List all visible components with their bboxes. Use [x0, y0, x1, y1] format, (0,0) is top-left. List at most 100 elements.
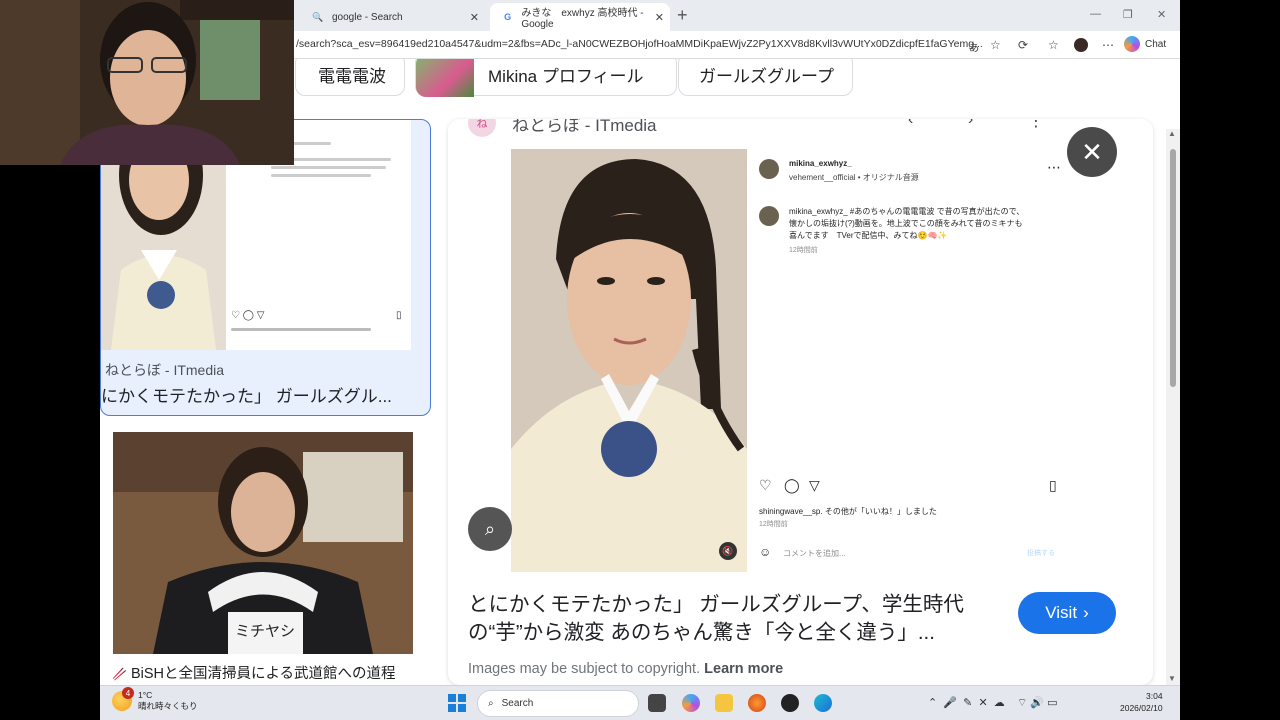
weather-icon: 4	[112, 687, 134, 711]
ig-avatar	[759, 159, 779, 179]
chevron-right-icon: ›	[1083, 603, 1089, 622]
obs-icon[interactable]	[781, 694, 799, 712]
weather-text: 1°C 晴れ時々くもり	[138, 690, 198, 712]
notification-badge: 4	[122, 687, 134, 699]
chat-label: Chat	[1145, 38, 1167, 50]
site-icon: 🥢	[112, 667, 127, 681]
maximize-icon[interactable]: ❐	[1123, 8, 1133, 21]
chevron-left-icon[interactable]: ‹	[908, 119, 913, 129]
scroll-down-icon[interactable]: ▼	[1168, 674, 1176, 683]
text-line	[231, 328, 371, 331]
read-aloud-icon[interactable]: ぁ	[968, 38, 980, 55]
ig-audio: vehement__official • オリジナル音源	[789, 173, 919, 182]
result-title[interactable]: にかくモテたかった」 ガールズグル...	[101, 382, 392, 407]
close-tab-icon[interactable]: ✕	[655, 11, 664, 24]
visit-label: Visit	[1045, 603, 1078, 622]
scroll-up-icon[interactable]: ▲	[1168, 129, 1176, 138]
text-line	[271, 166, 386, 169]
copilot-icon[interactable]	[682, 694, 700, 712]
site-favicon: ね	[468, 119, 496, 137]
image-result[interactable]: ミチヤシ	[113, 432, 413, 654]
chevron-right-icon[interactable]: ›	[968, 119, 973, 129]
search-label: Search	[501, 698, 534, 709]
weather-desc: 晴れ時々くもり	[138, 701, 198, 711]
clock-date: 2026/02/10	[1120, 703, 1163, 713]
tab-label: みきな exwhyz 高校時代 - Google	[521, 8, 644, 30]
file-explorer-icon[interactable]	[715, 694, 733, 712]
copyright-text: Images may be subject to copyright.	[468, 661, 701, 677]
scrollbar[interactable]: ▲ ▼	[1166, 129, 1180, 685]
bookmark-icon: ▯	[396, 310, 402, 321]
screen: 🔍 google - Search ✕ G みきな exwhyz 高校時代 - …	[0, 0, 1280, 720]
close-window-icon[interactable]: ✕	[1157, 8, 1166, 21]
bookmark-icon: ▯	[1049, 477, 1057, 493]
google-lens-icon[interactable]: ⌕	[468, 507, 512, 551]
photo-girl-uniform	[511, 149, 747, 572]
preview-header: ね ねとらぼ - ITmedia	[468, 119, 657, 137]
firefox-icon[interactable]	[748, 694, 766, 712]
result-source: ねとらぼ - ITmedia	[105, 362, 225, 378]
ig-likes-time: 12時間前	[759, 521, 788, 528]
mute-icon: 🔇	[719, 542, 737, 560]
profile-avatar[interactable]	[1074, 38, 1088, 52]
text-line	[271, 174, 371, 177]
copilot-chat-button[interactable]: Chat	[1124, 36, 1166, 52]
ig-comment-input: コメントを追加...	[783, 549, 846, 558]
like-icon: ♡ ◯ ▽	[231, 310, 265, 321]
more-menu-icon[interactable]: ⋯	[1102, 38, 1114, 52]
image-preview-panel: ね ねとらぼ - ITmedia ‹ › ⋮ mikina_exwhyz_ ve…	[448, 119, 1153, 685]
chip-label: 電電電波	[318, 67, 386, 86]
edge-icon[interactable]	[814, 694, 832, 712]
close-tab-icon[interactable]: ✕	[470, 11, 479, 24]
ig-avatar	[759, 206, 779, 226]
tab-image-search[interactable]: G みきな exwhyz 高校時代 - Google ✕	[490, 3, 670, 31]
system-tray[interactable]: ⌃ 🎤 ✎ ✕ ☁ ⌔ 🔊 ▭	[928, 696, 1058, 710]
ig-more-icon: ⋯	[1047, 159, 1061, 175]
instagram-post: mikina_exwhyz_ vehement__official • オリジナ…	[747, 149, 1073, 572]
taskbar-search[interactable]: ⌕ Search	[477, 690, 639, 717]
webcam-overlay	[0, 0, 294, 165]
windows-taskbar: 4 1°C 晴れ時々くもり ⌕ Search ⌃ 🎤 ✎ ✕ ☁ ⌔ 🔊 ▭ 3…	[100, 685, 1180, 720]
extensions-icon[interactable]: ⟳	[1018, 38, 1028, 52]
favorite-star-icon[interactable]: ☆	[990, 38, 1001, 52]
preview-title[interactable]: とにかくモテたかった」 ガールズグループ、学生時代の“芋”から激変 あのちゃん驚…	[468, 591, 998, 647]
scrollbar-thumb[interactable]	[1170, 149, 1176, 387]
tab-google-search[interactable]: 🔍 google - Search ✕	[300, 3, 485, 31]
chip-label: ガールズグループ	[699, 67, 834, 86]
tab-label: google - Search	[332, 11, 403, 23]
filter-chip[interactable]: ガールズグループ	[678, 59, 853, 96]
result-caption[interactable]: 🥢 BiSHと全国清掃員による武道館への道程	[112, 662, 396, 683]
name-tag: ミチヤシ	[235, 623, 296, 640]
close-preview-button[interactable]: ✕	[1067, 127, 1117, 177]
weather-temp: 1°C	[138, 690, 153, 700]
google-g-icon: G	[504, 12, 512, 22]
minimize-icon[interactable]: —	[1090, 8, 1101, 20]
heart-icon: ♡	[759, 477, 772, 493]
more-options-icon[interactable]: ⋮	[1028, 119, 1044, 131]
share-icon: ▽	[809, 477, 820, 493]
task-view-icon[interactable]	[648, 694, 666, 712]
copilot-icon	[1124, 36, 1140, 52]
copyright-notice: Images may be subject to copyright. Lear…	[468, 661, 783, 677]
ig-likes: shiningwave__sp. その他が「いいね！」しました	[759, 507, 937, 516]
url-input[interactable]: /search?sca_esv=896419ed210a4547&udm=2&f…	[296, 38, 983, 50]
favorites-icon[interactable]: ☆	[1048, 38, 1059, 52]
chip-label: Mikina プロフィール	[488, 67, 644, 86]
ig-time: 12時間前	[789, 247, 818, 254]
system-clock[interactable]: 3:04 2026/02/10	[1120, 690, 1163, 714]
search-icon: 🔍	[312, 11, 324, 22]
windows-start-icon[interactable]	[448, 694, 466, 712]
filter-chip[interactable]: Mikina プロフィール	[415, 59, 677, 97]
visit-button[interactable]: Visit ›	[1018, 592, 1116, 634]
clock-time: 3:04	[1146, 691, 1163, 701]
emoji-icon: ☺	[759, 545, 772, 559]
preview-image[interactable]: mikina_exwhyz_ vehement__official • オリジナ…	[511, 149, 1073, 572]
learn-more-link[interactable]: Learn more	[704, 661, 783, 677]
new-tab-icon[interactable]: +	[677, 5, 688, 26]
preview-source[interactable]: ねとらぼ - ITmedia	[512, 119, 657, 136]
ig-username: mikina_exwhyz_	[789, 159, 852, 168]
filter-chip[interactable]: 電電電波	[295, 59, 405, 96]
ig-post-button: 投稿する	[1027, 550, 1055, 557]
weather-widget[interactable]: 4 1°C 晴れ時々くもり	[112, 687, 198, 712]
ig-caption: mikina_exwhyz_ #あのちゃんの電電電波 で昔の写真が出たので、懐か…	[789, 207, 1025, 240]
